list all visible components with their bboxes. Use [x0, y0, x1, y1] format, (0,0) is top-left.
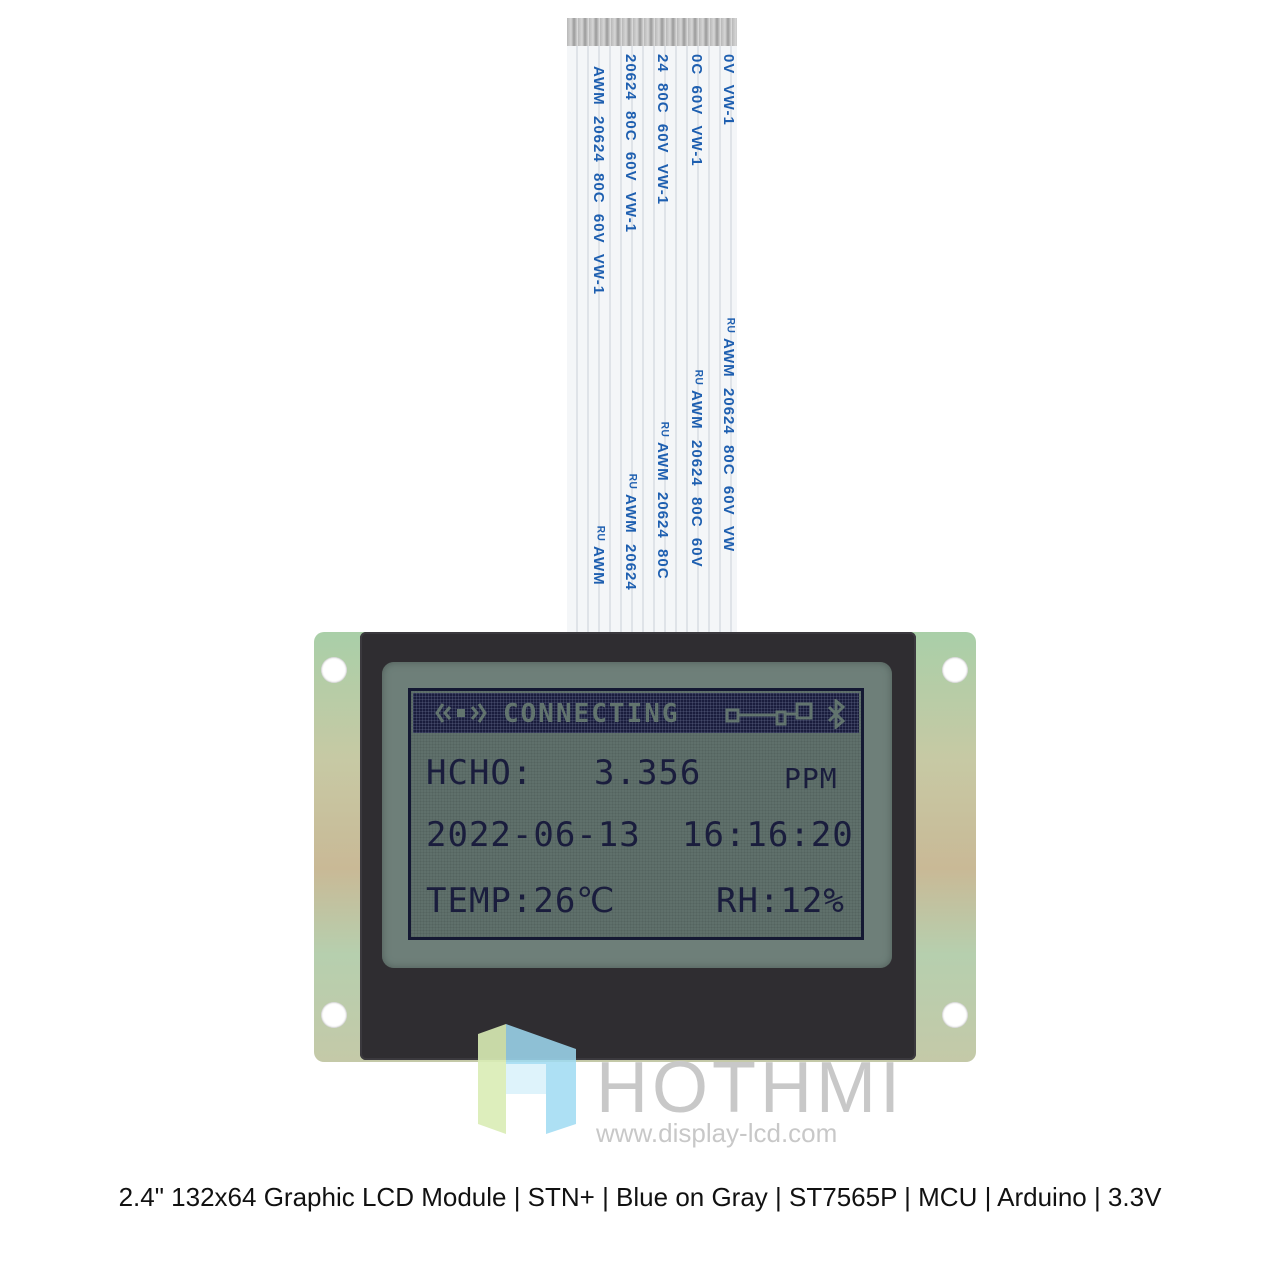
ffc-cable: 0V VW-1 0C 60V VW-1 24 80C 60V VW-1 2062…: [567, 18, 737, 638]
cable-print: 0C 60V VW-1: [688, 54, 705, 167]
mounting-hole: [942, 1002, 968, 1028]
mounting-hole: [321, 1002, 347, 1028]
wireless-signal-icon: [435, 703, 487, 723]
cable-print: ᴿᵁ AWM 20624: [622, 474, 639, 591]
hcho-label: HCHO:: [426, 753, 534, 793]
cable-print: ᴿᵁ AWM 20624 80C 60V VW: [720, 318, 737, 553]
key-icon: [725, 702, 813, 726]
temperature-value: TEMP:26℃: [426, 881, 616, 921]
humidity-value: RH:12%: [716, 881, 845, 921]
hcho-value: 3.356: [594, 753, 702, 793]
hcho-unit: PPM: [784, 762, 838, 795]
date-value: 2022-06-13: [426, 815, 641, 855]
product-caption: 2.4" 132x64 Graphic LCD Module | STN+ | …: [118, 1182, 1162, 1212]
cable-print: 20624 80C 60V VW-1: [622, 54, 639, 234]
bluetooth-icon: [827, 699, 846, 729]
mounting-hole: [321, 657, 347, 683]
mounting-hole: [942, 657, 968, 683]
time-value: 16:16:20: [682, 815, 854, 855]
cable-print: ᴿᵁ AWM 20624 80C: [654, 422, 671, 580]
connection-status: CONNECTING: [503, 699, 680, 729]
hothmi-logo-icon: [478, 1024, 576, 1134]
cable-print: 0V VW-1: [720, 54, 737, 126]
cable-print: AWM 20624 80C 60V VW-1: [590, 66, 607, 296]
cable-print: ᴿᵁ AWM 20624 80C 60V: [688, 370, 705, 568]
lcd-status-bar: CONNECTING: [413, 693, 859, 733]
ffc-contacts: [567, 18, 737, 46]
brand-url: www.display-lcd.com: [596, 1118, 838, 1148]
brand-name: HOTHMI: [596, 1048, 904, 1128]
cable-print: 24 80C 60V VW-1: [654, 54, 671, 206]
cable-print: ᴿᵁ AWM: [590, 526, 607, 586]
